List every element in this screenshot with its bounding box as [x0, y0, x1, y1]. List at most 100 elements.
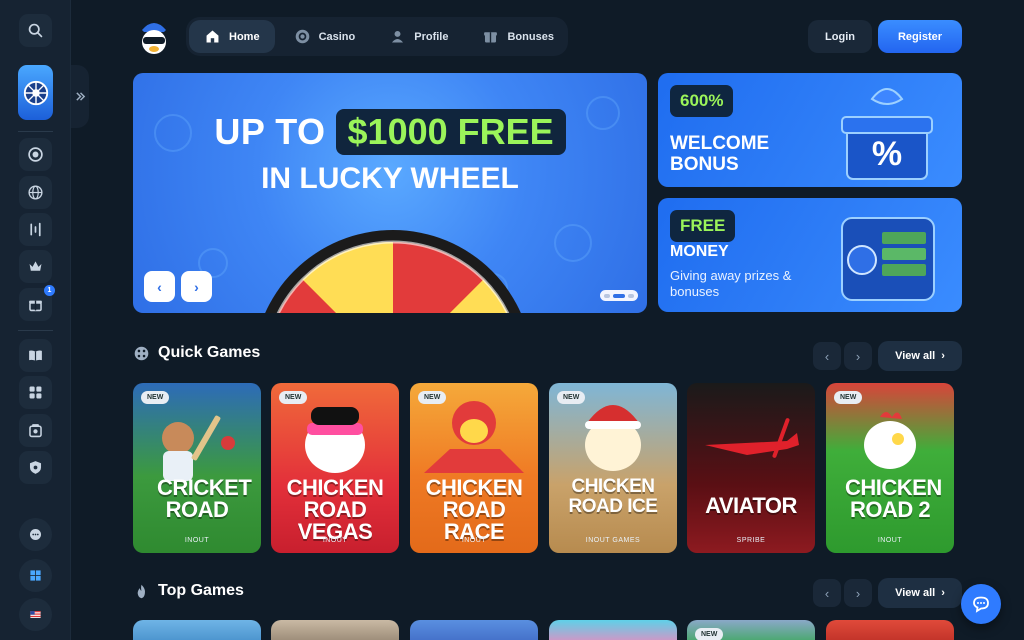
nav-casino[interactable]: Casino [279, 20, 371, 53]
windows-icon[interactable] [19, 559, 52, 592]
game-title: CHICKEN ROAD ICE [568, 476, 658, 517]
nav-bonuses[interactable]: Bonuses [467, 20, 568, 53]
hero-banner[interactable]: UP TO $1000 FREE IN LUCKY WHEEL ‹ › [133, 73, 647, 313]
tournament-icon[interactable] [19, 376, 52, 409]
lucky-wheel-illustration [265, 230, 521, 313]
game-title: CRICKET ROAD [157, 475, 252, 522]
game-title: CHICKEN ROAD VEGAS [286, 475, 384, 544]
top-games-title: Top Games [158, 582, 244, 599]
chat-bubble-icon [973, 596, 989, 613]
top-game-card[interactable] [826, 620, 954, 640]
home-icon [206, 30, 219, 43]
hero-prefix: UP TO [214, 111, 326, 152]
promo-chip: FREE [670, 210, 736, 242]
promo-title: WELCOME BONUS [670, 133, 770, 175]
free-money-card[interactable]: FREE MONEY Giving away prizes & bonuses [658, 198, 962, 312]
hero-next-button[interactable]: › [181, 271, 212, 302]
money-safe-illustration [841, 217, 935, 301]
top-games-prev-button[interactable]: ‹ [813, 579, 841, 607]
nav-bonuses-label: Bonuses [507, 30, 554, 43]
divider [18, 131, 53, 132]
game-card-chicken-road-race[interactable]: NEW CHICKEN ROAD RACE INOUT [410, 383, 538, 553]
live-games-icon[interactable] [19, 213, 52, 246]
brand-logo[interactable] [136, 18, 172, 56]
promo-wheel-icon[interactable] [18, 65, 53, 120]
dice-icon [134, 346, 149, 360]
promo-chip: 600% [670, 85, 734, 117]
sidebar: 1 [0, 0, 71, 640]
live-chat-button[interactable] [961, 584, 1001, 624]
hero-headline: UP TO $1000 FREE [133, 109, 647, 155]
game-title: AVIATOR [705, 493, 797, 518]
top-game-card[interactable] [271, 620, 399, 640]
user-icon [392, 30, 404, 43]
game-title: CHICKEN ROAD RACE [425, 475, 523, 544]
quick-games-header: Quick Games [133, 344, 260, 362]
chevron-right-icon: › [941, 350, 945, 362]
hero-subline: IN LUCKY WHEEL [261, 162, 519, 195]
nav-profile-label: Profile [414, 30, 449, 43]
pagination-dot-active[interactable] [613, 293, 625, 298]
game-provider: INOUT [461, 537, 487, 544]
top-games-view-all-button[interactable]: View all › [878, 578, 962, 608]
quick-games-view-all-button[interactable]: View all › [878, 341, 962, 371]
register-button[interactable]: Register [878, 20, 962, 53]
svg-text:%: % [872, 135, 902, 173]
hero-prev-button[interactable]: ‹ [144, 271, 175, 302]
quick-games-next-button[interactable]: › [844, 342, 872, 370]
game-card-chicken-road-2[interactable]: NEW CHICKEN ROAD 2 INOUT [826, 383, 954, 553]
game-card-chicken-road-vegas[interactable]: NEW CHICKEN ROAD VEGAS INOUT [271, 383, 399, 553]
chip-icon [295, 29, 309, 44]
gift-icon [484, 32, 498, 43]
top-games-header: Top Games [133, 582, 244, 600]
book-icon[interactable] [19, 339, 52, 372]
pagination-dot[interactable] [604, 293, 610, 298]
top-game-card[interactable] [133, 620, 261, 640]
promo-title: MONEY [670, 243, 729, 260]
quick-games-prev-button[interactable]: ‹ [813, 342, 841, 370]
game-provider: INOUT [877, 537, 903, 544]
vault-icon[interactable] [19, 414, 52, 447]
support-chat-icon[interactable] [19, 518, 52, 551]
new-badge: NEW [834, 391, 863, 404]
new-badge: NEW [141, 391, 170, 404]
search-icon[interactable] [19, 14, 52, 47]
top-games-next-button[interactable]: › [844, 579, 872, 607]
hero-amount: $1000 FREE [335, 109, 566, 155]
new-badge: NEW [418, 391, 447, 404]
welcome-bonus-card[interactable]: 600% WELCOME BONUS % [658, 73, 962, 187]
new-badge: NEW [695, 628, 724, 640]
view-all-label: View all [895, 350, 936, 362]
gift-box-illustration: % [841, 88, 933, 180]
login-button[interactable]: Login [808, 20, 872, 53]
top-game-card[interactable]: NEW [687, 620, 815, 640]
divider [18, 330, 53, 331]
quick-games-title: Quick Games [158, 344, 261, 361]
game-title: CHICKEN ROAD 2 [845, 475, 942, 522]
shield-icon[interactable] [19, 451, 52, 484]
hero-pagination[interactable] [600, 290, 638, 301]
game-card-aviator[interactable]: AVIATOR SPRIBE [687, 383, 815, 553]
pagination-dot[interactable] [628, 293, 634, 298]
gift-icon[interactable]: 1 [19, 285, 55, 321]
promo-subtitle: Giving away prizes & bonuses [670, 268, 792, 299]
nav-profile[interactable]: Profile [374, 20, 463, 53]
globe-icon[interactable] [19, 176, 52, 209]
crown-icon[interactable] [19, 250, 52, 283]
casino-chip-icon[interactable] [19, 138, 52, 171]
double-chevron-right-icon [75, 92, 85, 101]
nav-home[interactable]: Home [189, 20, 275, 53]
nav-casino-label: Casino [318, 30, 356, 43]
game-card-cricket-road[interactable]: NEW CRICKET ROAD INOUT [133, 383, 261, 553]
new-badge: NEW [557, 391, 586, 404]
top-game-card[interactable] [410, 620, 538, 640]
view-all-label: View all [895, 587, 936, 599]
sidebar-toggle-button[interactable] [71, 65, 89, 128]
top-game-card[interactable] [549, 620, 677, 640]
game-provider: INOUT [322, 537, 348, 544]
airplane-art [705, 418, 799, 458]
game-card-chicken-road-ice[interactable]: NEW CHICKEN ROAD ICE INOUT GAMES [549, 383, 677, 553]
game-provider: INOUT [184, 537, 210, 544]
nav-home-label: Home [229, 30, 260, 43]
flag-us-icon[interactable] [19, 598, 52, 631]
